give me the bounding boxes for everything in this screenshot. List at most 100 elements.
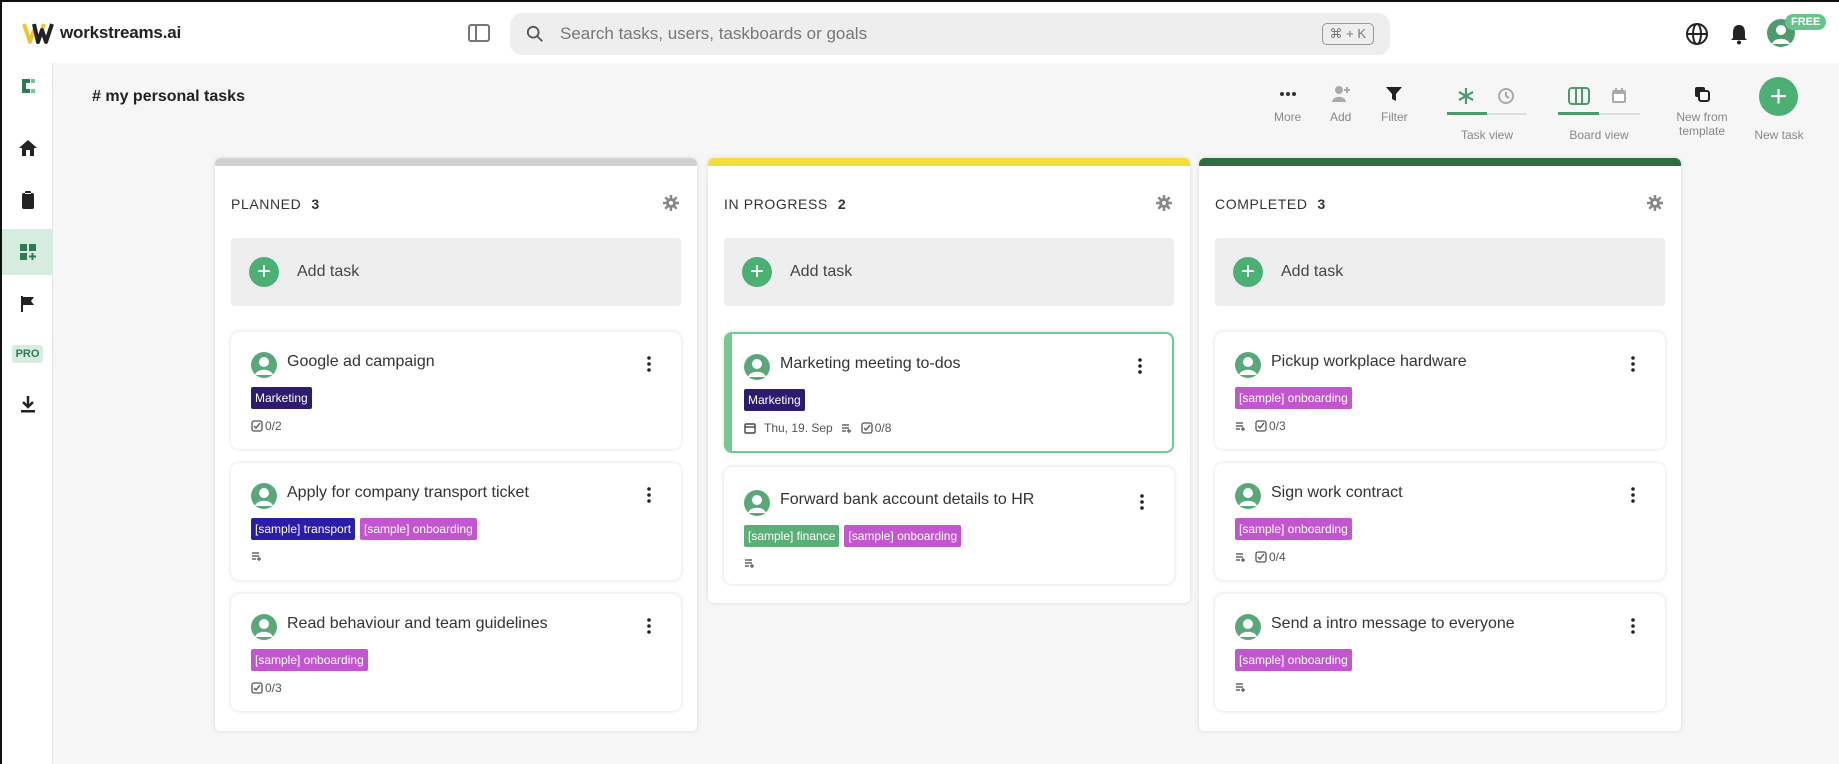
more-button[interactable]: More xyxy=(1274,84,1301,124)
column-color-bar xyxy=(1199,158,1681,166)
task-card[interactable]: Forward bank account details to HR [samp… xyxy=(724,467,1174,584)
add-task-button[interactable]: + Add task xyxy=(724,238,1174,306)
column-header: PLANNED 3 xyxy=(215,166,697,222)
task-tag[interactable]: [sample] onboarding xyxy=(844,525,962,547)
nav-tasks[interactable] xyxy=(2,177,53,223)
kebab-menu-icon[interactable] xyxy=(647,487,651,503)
plus-circle-icon: + xyxy=(1233,257,1263,287)
add-task-label: Add task xyxy=(1281,263,1344,280)
checkbox-icon xyxy=(251,682,263,694)
column-color-bar xyxy=(215,158,697,166)
column-count: 3 xyxy=(311,196,320,212)
clipboard-icon xyxy=(21,191,34,209)
task-tag[interactable]: [sample] onboarding xyxy=(1235,387,1352,409)
add-task-button[interactable]: + Add task xyxy=(231,238,681,306)
columns-icon[interactable] xyxy=(1568,87,1590,105)
task-tag[interactable]: Marketing xyxy=(744,389,805,411)
assignee-avatar[interactable] xyxy=(251,614,277,640)
column-header: IN PROGRESS 2 xyxy=(708,166,1190,222)
task-title[interactable]: Apply for company transport ticket xyxy=(287,484,529,502)
sidebar-toggle-icon[interactable] xyxy=(468,24,490,42)
task-card[interactable]: Apply for company transport ticket [samp… xyxy=(231,463,681,580)
task-tag[interactable]: [sample] finance xyxy=(744,525,840,547)
task-title[interactable]: Pickup workplace hardware xyxy=(1271,353,1467,371)
search-placeholder: Search tasks, users, taskboards or goals xyxy=(560,24,868,43)
task-tag[interactable]: [sample] onboarding xyxy=(1235,518,1352,540)
kebab-menu-icon[interactable] xyxy=(647,356,651,372)
add-user-icon xyxy=(1331,86,1350,102)
task-title[interactable]: Send a intro message to everyone xyxy=(1271,615,1515,633)
gear-icon[interactable] xyxy=(1156,195,1172,211)
assignee-avatar[interactable] xyxy=(1235,614,1261,640)
task-title[interactable]: Google ad campaign xyxy=(287,353,435,371)
nav-home[interactable] xyxy=(2,125,53,171)
nav-download[interactable] xyxy=(2,381,53,427)
gear-icon[interactable] xyxy=(1647,195,1663,211)
kebab-menu-icon[interactable] xyxy=(1631,618,1635,634)
app-name: workstreams.ai xyxy=(60,23,181,42)
assignee-avatar[interactable] xyxy=(251,483,277,509)
task-card[interactable]: Read behaviour and team guidelines [samp… xyxy=(231,594,681,711)
assignee-avatar[interactable] xyxy=(251,352,277,378)
kebab-menu-icon[interactable] xyxy=(1138,358,1142,374)
kebab-menu-icon[interactable] xyxy=(1631,356,1635,372)
task-meta xyxy=(251,550,263,562)
search-input[interactable]: Search tasks, users, taskboards or goals… xyxy=(510,13,1390,55)
new-task-label: New task xyxy=(1750,128,1808,142)
task-card[interactable]: Marketing meeting to-dos Marketing Thu, … xyxy=(724,332,1174,453)
kebab-menu-icon[interactable] xyxy=(1140,494,1144,510)
task-title[interactable]: Read behaviour and team guidelines xyxy=(287,615,548,633)
task-card[interactable]: Pickup workplace hardware [sample] onboa… xyxy=(1215,332,1665,449)
column-count: 3 xyxy=(1317,196,1326,212)
task-tag[interactable]: [sample] onboarding xyxy=(251,649,368,671)
task-tags: [sample] transport [sample] onboarding xyxy=(251,518,477,540)
add-member-button[interactable]: Add xyxy=(1330,84,1351,124)
plus-icon: + xyxy=(1769,79,1788,113)
task-tag[interactable]: [sample] onboarding xyxy=(1235,649,1352,671)
checklist-progress: 0/8 xyxy=(874,421,892,435)
assignee-avatar[interactable] xyxy=(1235,483,1261,509)
logo-icon xyxy=(22,23,54,44)
logo[interactable]: workstreams.ai xyxy=(22,20,181,46)
task-card[interactable]: Sign work contract [sample] onboarding 0… xyxy=(1215,463,1665,580)
assignee-avatar[interactable] xyxy=(744,354,770,380)
assignee-avatar[interactable] xyxy=(1235,352,1261,378)
checkbox-icon xyxy=(861,422,873,434)
calendar-icon[interactable] xyxy=(1609,86,1629,106)
kebab-menu-icon[interactable] xyxy=(1631,487,1635,503)
checklist-progress: 0/3 xyxy=(265,681,282,695)
task-title[interactable]: Marketing meeting to-dos xyxy=(780,355,961,373)
new-from-template-button[interactable]: New from template xyxy=(1670,84,1734,138)
board-view-indicator xyxy=(1558,112,1599,115)
assignee-avatar[interactable] xyxy=(744,490,770,516)
bell-icon[interactable] xyxy=(1727,22,1751,46)
checklist-progress: 0/3 xyxy=(1269,419,1286,433)
task-tags: Marketing xyxy=(251,387,312,409)
snowflake-icon[interactable] xyxy=(1456,86,1476,106)
task-card[interactable]: Send a intro message to everyone [sample… xyxy=(1215,594,1665,711)
history-icon[interactable] xyxy=(1496,86,1516,106)
task-tag[interactable]: [sample] transport xyxy=(251,518,356,540)
task-title[interactable]: Forward bank account details to HR xyxy=(780,491,1034,509)
nav-goals[interactable] xyxy=(2,281,53,327)
globe-icon[interactable] xyxy=(1685,22,1709,46)
nav-pro[interactable]: PRO xyxy=(2,331,53,377)
nav-boards[interactable] xyxy=(2,229,53,275)
task-tag[interactable]: [sample] onboarding xyxy=(360,518,477,540)
gear-icon[interactable] xyxy=(663,195,679,211)
task-tags: [sample] onboarding xyxy=(1235,649,1352,671)
subtasks-icon xyxy=(252,552,261,561)
kebab-menu-icon[interactable] xyxy=(647,618,651,634)
filter-button[interactable]: Filter xyxy=(1381,84,1408,124)
task-title[interactable]: Sign work contract xyxy=(1271,484,1403,502)
more-dots-icon xyxy=(1279,92,1296,96)
add-task-button[interactable]: + Add task xyxy=(1215,238,1665,306)
plus-circle-icon: + xyxy=(249,257,279,287)
task-card[interactable]: Google ad campaign Marketing 0/2 xyxy=(231,332,681,449)
search-shortcut: ⌘ + K xyxy=(1321,23,1374,45)
new-task-button[interactable]: + xyxy=(1759,77,1798,116)
nav-dashboard[interactable] xyxy=(2,63,53,109)
task-tags: [sample] onboarding xyxy=(1235,387,1352,409)
task-tag[interactable]: Marketing xyxy=(251,387,312,409)
